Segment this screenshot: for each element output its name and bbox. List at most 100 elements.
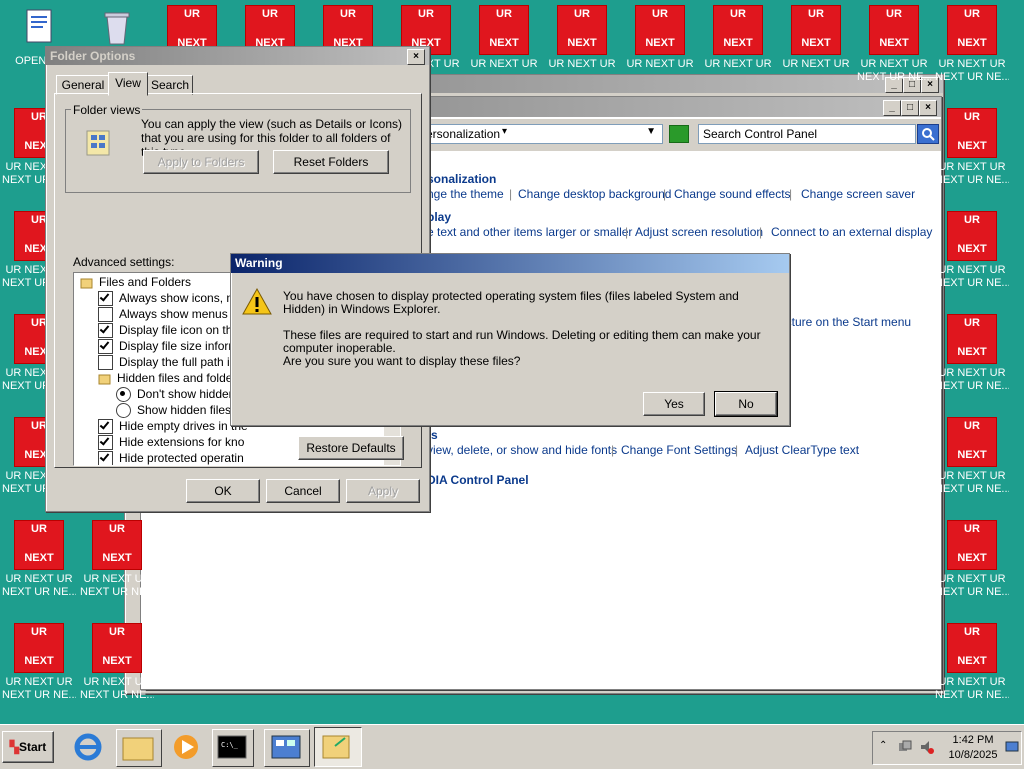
ur-next-tile-icon: URNEXT (479, 5, 529, 55)
link-start-menu-picture[interactable]: icture on the Start menu (783, 315, 911, 329)
checkbox[interactable] (98, 323, 113, 339)
ur-next-desktop-icon[interactable]: URNEXTUR NEXT UR (623, 5, 697, 71)
list-item[interactable]: Hidden files and folders (98, 371, 242, 385)
ur-next-desktop-icon[interactable]: URNEXTUR NEXT URNEXT UR NE... (935, 314, 1009, 393)
folder-views-label: Folder views (71, 103, 143, 117)
ur-next-desktop-icon[interactable]: URNEXTUR NEXT URNEXT UR NE... (935, 623, 1009, 702)
tab-view[interactable]: View (108, 72, 148, 96)
link-text-larger[interactable]: e text and other items larger or smaller (427, 225, 632, 239)
internet-explorer-icon[interactable] (70, 729, 106, 765)
section-nvidia[interactable]: DIA Control Panel (427, 473, 529, 487)
tab-general[interactable]: General (56, 75, 110, 95)
ur-next-tile-icon: URNEXT (92, 520, 142, 570)
ur-next-desktop-icon[interactable]: URNEXTUR NEXT URNEXT UR NE... (935, 108, 1009, 187)
command-prompt-icon[interactable]: C:\_ (212, 729, 254, 767)
section-personalization[interactable]: sonalization (427, 172, 496, 186)
link-change-theme[interactable]: nge the theme (427, 187, 504, 201)
checkbox[interactable] (98, 339, 113, 355)
link-change-desktop-background[interactable]: Change desktop background (518, 187, 671, 201)
minimize-button[interactable]: _ (883, 100, 901, 116)
list-item[interactable]: Hide empty drives in the (98, 419, 248, 435)
ur-next-desktop-icon[interactable]: URNEXTUR NEXT URNEXT UR NE... (935, 520, 1009, 599)
breadcrumb[interactable]: ersonalization ▾ ▼ (421, 124, 663, 144)
ur-next-tile-icon: URNEXT (14, 520, 64, 570)
trash-icon (104, 12, 130, 45)
reset-folders-button[interactable]: Reset Folders (273, 150, 389, 174)
clock-time[interactable]: 1:42 PM (943, 734, 1003, 746)
list-item[interactable]: Show hidden files, f (116, 403, 241, 419)
list-item[interactable]: Display file size informat (98, 339, 248, 355)
ur-next-desktop-icon[interactable]: URNEXTUR NEXT URNEXT UR NE... (935, 417, 1009, 496)
folder-icon (98, 372, 111, 385)
network-icon[interactable] (897, 739, 913, 758)
list-item[interactable]: Display the full path in th (98, 355, 250, 371)
clock-date[interactable]: 10/8/2025 (943, 749, 1003, 761)
checkbox[interactable] (98, 435, 113, 451)
restore-defaults-button[interactable]: Restore Defaults (298, 436, 404, 460)
list-item[interactable]: Always show menus (98, 307, 228, 323)
checkbox[interactable] (98, 451, 113, 465)
ur-next-desktop-icon[interactable]: URNEXTUR NEXT URNEXT UR NE... (80, 520, 154, 599)
refresh-icon[interactable] (669, 125, 689, 143)
ur-next-desktop-icon[interactable]: URNEXTUR NEXT UR (779, 5, 853, 71)
warning-dialog: Warning You have chosen to display prote… (230, 253, 790, 426)
ur-next-desktop-icon[interactable]: URNEXTUR NEXT UR (701, 5, 775, 71)
link-external-display[interactable]: Connect to an external display (771, 225, 932, 239)
ur-next-desktop-icon[interactable]: URNEXTUR NEXT URNEXT UR NE... (2, 623, 76, 702)
system-tray: ⌃ 1:42 PM 10/8/2025 (872, 731, 1022, 765)
radio-button[interactable] (116, 387, 131, 403)
checkbox[interactable] (98, 291, 113, 307)
list-item[interactable]: Don't show hidden (116, 387, 235, 403)
dropdown-arrow-icon[interactable]: ▼ (646, 126, 656, 137)
apply-to-folders-button[interactable]: Apply to Folders (143, 150, 259, 174)
list-item[interactable]: Display file icon on thun (98, 323, 246, 339)
tab-search[interactable]: Search (147, 75, 193, 95)
link-font-settings[interactable]: Change Font Settings (621, 443, 737, 457)
warning-icon (242, 287, 272, 315)
checkbox[interactable] (98, 419, 113, 435)
ur-next-tile-icon: URNEXT (635, 5, 685, 55)
no-button[interactable]: No (714, 391, 778, 417)
show-desktop-icon[interactable] (1005, 740, 1019, 757)
cancel-button[interactable]: Cancel (266, 479, 340, 503)
chevron-up-icon[interactable]: ⌃ (879, 740, 887, 751)
link-adjust-resolution[interactable]: Adjust screen resolution (635, 225, 763, 239)
ur-next-desktop-icon[interactable]: URNEXTUR NEXT UR (467, 5, 541, 71)
folder-options-taskbar-icon[interactable] (314, 727, 362, 767)
ur-next-tile-icon: URNEXT (869, 5, 919, 55)
warning-message-3: Are you sure you want to display these f… (283, 354, 521, 368)
volume-muted-icon[interactable] (919, 739, 935, 758)
maximize-button[interactable]: □ (901, 100, 919, 116)
radio-button[interactable] (116, 403, 131, 419)
link-change-screen-saver[interactable]: Change screen saver (801, 187, 915, 201)
ur-next-desktop-icon[interactable]: URNEXTUR NEXT URNEXT UR NE... (935, 5, 1009, 84)
ur-next-tile-icon: URNEXT (14, 623, 64, 673)
ur-next-desktop-icon[interactable]: URNEXTUR NEXT URNEXT UR NE... (857, 5, 931, 84)
ur-next-tile-icon: URNEXT (947, 211, 997, 261)
link-cleartype[interactable]: Adjust ClearType text (745, 443, 859, 457)
control-panel-taskbar-icon[interactable] (264, 729, 310, 767)
link-view-fonts[interactable]: view, delete, or show and hide fonts (427, 443, 617, 457)
list-item[interactable]: Files and Folders (80, 275, 191, 289)
start-button[interactable]: ▚Start (2, 731, 54, 763)
ur-next-desktop-icon[interactable]: URNEXTUR NEXT URNEXT UR NE... (935, 211, 1009, 290)
ok-button[interactable]: OK (186, 479, 260, 503)
list-item[interactable]: Hide extensions for kno (98, 435, 244, 451)
search-input[interactable]: Search Control Panel (698, 124, 916, 144)
ur-next-desktop-icon[interactable]: URNEXTUR NEXT URNEXT UR NE... (80, 623, 154, 702)
media-player-icon[interactable] (168, 729, 204, 765)
checkbox[interactable] (98, 307, 113, 323)
close-button[interactable]: × (407, 49, 425, 65)
checkbox[interactable] (98, 355, 113, 371)
file-explorer-icon[interactable] (116, 729, 162, 767)
taskbar: ▚Start C:\_ ⌃ 1:42 PM 10/8/2025 (0, 724, 1024, 769)
ur-next-tile-icon: URNEXT (713, 5, 763, 55)
ur-next-desktop-icon[interactable]: URNEXTUR NEXT URNEXT UR NE... (2, 520, 76, 599)
apply-button[interactable]: Apply (346, 479, 420, 503)
section-display[interactable]: play (427, 210, 451, 224)
link-change-sound-effects[interactable]: Change sound effects (674, 187, 791, 201)
list-item[interactable]: Hide protected operatin (98, 451, 244, 465)
ur-next-desktop-icon[interactable]: URNEXTUR NEXT UR (545, 5, 619, 71)
ur-next-tile-icon: URNEXT (947, 417, 997, 467)
yes-button[interactable]: Yes (643, 392, 705, 416)
